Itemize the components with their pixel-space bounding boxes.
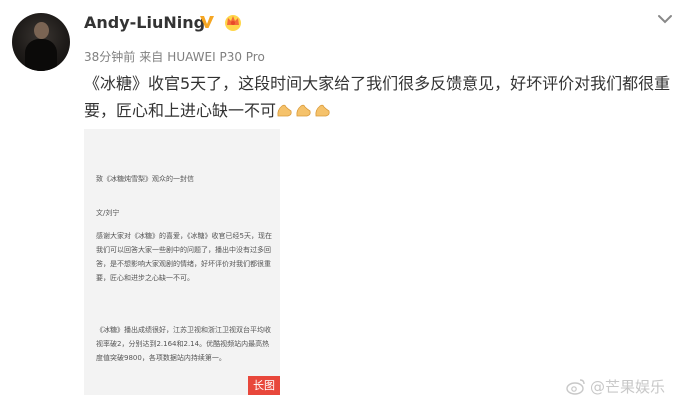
letter-paragraph-1: 感谢大家对《冰糖》的喜爱，《冰糖》收官已经5天，现在我们可以回答大家一些剧中的问… bbox=[96, 232, 272, 282]
device-source[interactable]: HUAWEI P30 Pro bbox=[167, 50, 265, 64]
post-text: 《冰糖》收官5天了，这段时间大家给了我们很多反馈意见，好坏评价对我们都很重要，匠… bbox=[84, 70, 676, 124]
folded-hands-emoji-icon bbox=[277, 104, 292, 117]
post-meta: 38分钟前 来自 HUAWEI P30 Pro bbox=[84, 48, 269, 65]
crown-member-icon[interactable] bbox=[223, 12, 243, 32]
letter-title: 致《冰糖炖雪梨》观众的一封信 bbox=[96, 175, 194, 183]
chevron-down-icon[interactable] bbox=[654, 8, 676, 30]
source-prefix: 来自 bbox=[139, 50, 164, 64]
username[interactable]: Andy-LiuNing bbox=[84, 13, 205, 32]
long-image-tag: 长图 bbox=[248, 376, 280, 395]
verified-v-icon bbox=[200, 16, 214, 28]
letter-author: 文/刘宁 bbox=[96, 209, 120, 217]
folded-hands-emoji-icon bbox=[315, 104, 330, 117]
folded-hands-emoji-icon bbox=[296, 104, 311, 117]
post-body: 《冰糖》收官5天了，这段时间大家给了我们很多反馈意见，好坏评价对我们都很重要，匠… bbox=[84, 74, 671, 120]
avatar-head bbox=[34, 22, 49, 39]
letter-paragraph-2: 《冰糖》播出成绩很好，江苏卫视和浙江卫视双台平均收视率破2，分别达到2.164和… bbox=[96, 326, 271, 362]
watermark: @芒果娱乐 bbox=[566, 376, 665, 397]
letter-image[interactable]: 致《冰糖炖雪梨》观众的一封信 文/刘宁 感谢大家对《冰糖》的喜爱，《冰糖》收官已… bbox=[84, 129, 280, 395]
user-avatar[interactable] bbox=[12, 13, 70, 71]
avatar-body bbox=[25, 39, 57, 71]
watermark-text: @芒果娱乐 bbox=[590, 378, 666, 396]
weibo-logo-icon bbox=[566, 379, 585, 395]
post-time[interactable]: 38分钟前 bbox=[84, 50, 135, 64]
